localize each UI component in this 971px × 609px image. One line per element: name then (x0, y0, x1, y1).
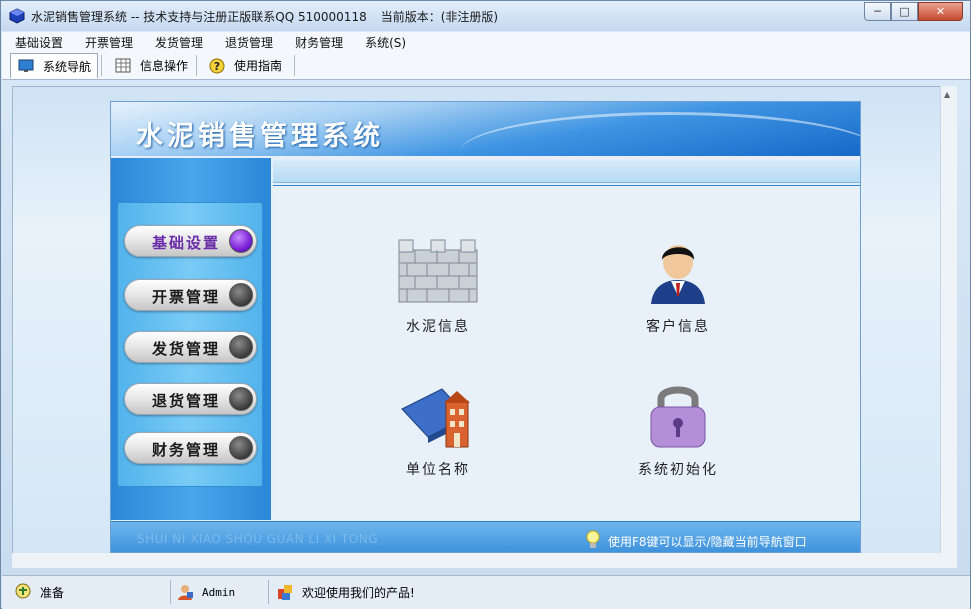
app-window: 水泥销售管理系统 -- 技术支持与注册正版联系QQ 510000118 当前版本：… (0, 0, 971, 609)
tab-divider (196, 55, 197, 76)
status-divider (170, 580, 171, 604)
tab-label: 使用指南 (234, 59, 283, 73)
person-icon (633, 236, 723, 306)
footer-tip-text: 使用F8键可以显示/隐藏当前导航窗口 (608, 535, 807, 549)
horizontal-scrollbar[interactable] (12, 553, 957, 568)
tab-label: 信息操作 (140, 59, 189, 73)
tab-bar: 系统导航 信息操作 ? 使用指南 (2, 52, 970, 80)
status-user: Admin (176, 580, 235, 604)
menu-basic-settings[interactable]: 基础设置 (2, 32, 72, 52)
help-icon: ? (208, 58, 226, 74)
footer-tip: 使用F8键可以显示/隐藏当前导航窗口 (586, 530, 807, 553)
item-label: 单位名称 (406, 462, 470, 478)
item-label: 水泥信息 (406, 319, 470, 335)
window-controls: ─ □ ✕ (864, 2, 963, 21)
grid-icon (114, 58, 132, 74)
footer-pinyin: SHUI NI XIAO SHOU GUAN LI XI TONG (137, 532, 379, 546)
menu-finance[interactable]: 财务管理 (282, 32, 352, 52)
sidebar-item-label: 开票管理 (152, 288, 221, 306)
sidebar-shipping[interactable]: 发货管理 (124, 331, 257, 363)
item-unit-name[interactable]: 单位名称 (363, 379, 513, 479)
tab-system-nav[interactable]: 系统导航 (10, 53, 99, 78)
title-bar[interactable]: 水泥销售管理系统 -- 技术支持与注册正版联系QQ 510000118 当前版本：… (1, 1, 970, 31)
status-bar: 准备 Admin 欢迎使用我们的产品! (2, 575, 970, 609)
status-message: 欢迎使用我们的产品! (276, 580, 415, 604)
status-state-text: 准备 (40, 585, 65, 600)
version-text: 当前版本：(非注册版) (380, 10, 499, 24)
content-header (273, 160, 860, 183)
item-label: 客户信息 (646, 319, 710, 335)
navigator-content: 水泥信息 客户信息 单位名称 系统初始化 (273, 185, 860, 519)
menu-bar: 基础设置 开票管理 发货管理 退货管理 财务管理 系统(S) (2, 32, 970, 52)
sidebar-item-label: 发货管理 (152, 340, 221, 358)
sidebar-finance[interactable]: 财务管理 (124, 432, 257, 464)
item-label: 系统初始化 (638, 462, 718, 478)
products-icon (276, 583, 294, 601)
indicator-dot-icon (229, 335, 253, 359)
status-message-text: 欢迎使用我们的产品! (302, 585, 415, 600)
banner-title: 水泥销售管理系统 (136, 121, 384, 152)
indicator-dot-icon (229, 283, 253, 307)
menu-system[interactable]: 系统(S) (352, 32, 415, 52)
item-system-init[interactable]: 系统初始化 (603, 379, 753, 479)
sidebar-button-group: 基础设置 开票管理 发货管理 退货管理 财务管理 (117, 202, 263, 487)
status-state: 准备 (14, 580, 64, 604)
window-title-text: 水泥销售管理系统 -- 技术支持与注册正版联系QQ 510000118 (31, 10, 367, 24)
indicator-dot-icon (229, 387, 253, 411)
tab-user-guide[interactable]: ? 使用指南 (202, 53, 288, 78)
sidebar-item-label: 财务管理 (152, 441, 221, 459)
svg-text:?: ? (214, 60, 220, 73)
status-ready-icon (14, 583, 32, 601)
tab-label: 系统导航 (43, 59, 92, 74)
sidebar-returns[interactable]: 退货管理 (124, 383, 257, 415)
indicator-dot-icon (229, 229, 253, 253)
app-cube-icon (9, 8, 25, 24)
maximize-button[interactable]: □ (891, 2, 918, 21)
item-cement-info[interactable]: 水泥信息 (363, 236, 513, 336)
building-icon (393, 379, 483, 449)
scroll-up-icon[interactable]: ▲ (944, 90, 950, 99)
lock-icon (633, 379, 723, 449)
user-icon (176, 583, 194, 601)
wall-icon (393, 236, 483, 306)
navigator-sidebar: 基础设置 开票管理 发货管理 退货管理 财务管理 (111, 158, 271, 520)
sidebar-basic-settings[interactable]: 基础设置 (124, 225, 257, 257)
lightbulb-icon (586, 530, 600, 553)
navigator-panel: 水泥销售管理系统 基础设置 开票管理 发货管理 退货管理 财务管理 水泥信息 客… (110, 101, 861, 553)
menu-returns[interactable]: 退货管理 (212, 32, 282, 52)
status-user-text: Admin (202, 585, 236, 599)
sidebar-item-label: 退货管理 (152, 392, 221, 410)
status-divider (268, 580, 269, 604)
minimize-button[interactable]: ─ (864, 2, 891, 21)
window-title: 水泥销售管理系统 -- 技术支持与注册正版联系QQ 510000118 当前版本：… (31, 8, 498, 25)
monitor-icon (17, 58, 35, 74)
navigator-footer: SHUI NI XIAO SHOU GUAN LI XI TONG 使用F8键可… (111, 521, 860, 552)
navigator-banner: 水泥销售管理系统 (111, 102, 860, 156)
vertical-scrollbar[interactable]: ▲ (940, 86, 957, 553)
indicator-dot-icon (229, 436, 253, 460)
banner-swoosh (460, 112, 860, 156)
tab-info-ops[interactable]: 信息操作 (108, 53, 194, 78)
tab-divider (101, 55, 102, 76)
sidebar-invoice[interactable]: 开票管理 (124, 279, 257, 311)
menu-invoice[interactable]: 开票管理 (72, 32, 142, 52)
menu-shipping[interactable]: 发货管理 (142, 32, 212, 52)
close-button[interactable]: ✕ (918, 2, 963, 21)
sidebar-item-label: 基础设置 (152, 234, 221, 252)
item-customer-info[interactable]: 客户信息 (603, 236, 753, 336)
tab-divider (294, 55, 295, 76)
